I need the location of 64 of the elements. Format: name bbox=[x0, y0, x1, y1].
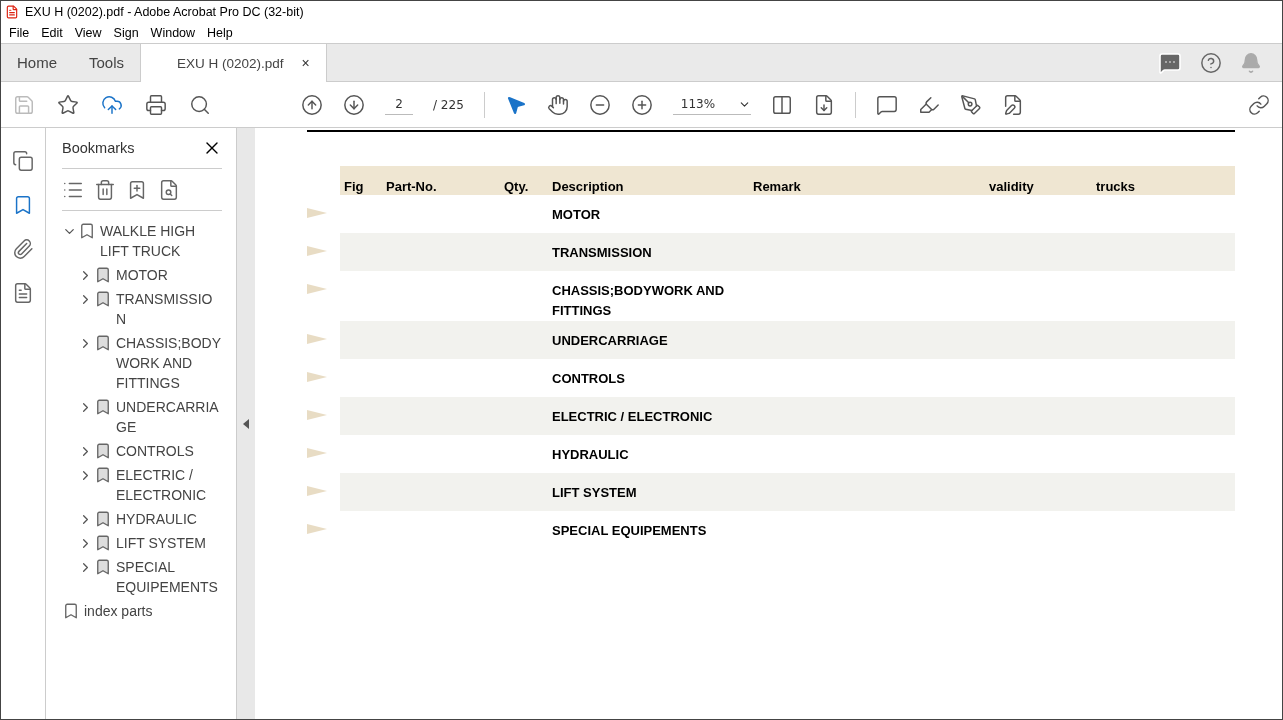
bookmark-item[interactable]: CHASSIS;BODY WORK AND FITTINGS bbox=[116, 333, 222, 393]
page-down-icon[interactable] bbox=[343, 93, 365, 116]
page-count: / 225 bbox=[433, 97, 464, 112]
menu-item[interactable]: Window bbox=[144, 25, 202, 40]
document-icon[interactable] bbox=[12, 282, 34, 304]
paperclip-icon[interactable] bbox=[12, 238, 34, 260]
search-icon[interactable] bbox=[189, 93, 211, 116]
collapse-panel-icon[interactable] bbox=[243, 418, 249, 429]
column-header: Description bbox=[552, 179, 625, 195]
bookmark-item[interactable]: UNDERCARRIAGE bbox=[116, 397, 222, 437]
pen-icon[interactable] bbox=[959, 93, 982, 116]
bookmark-item[interactable]: MOTOR bbox=[116, 265, 222, 285]
hand-icon[interactable] bbox=[546, 93, 569, 116]
bookmark-item[interactable]: SPECIAL EQUIPEMENTS bbox=[116, 557, 222, 597]
page-number-field[interactable]: 2 bbox=[385, 94, 413, 115]
comments-icon[interactable] bbox=[1158, 50, 1182, 75]
bookmark-item[interactable]: LIFT SYSTEM bbox=[116, 533, 222, 553]
table-cell-text: MOTOR bbox=[552, 206, 602, 224]
table-cell-text: TRANSMISSION bbox=[552, 244, 653, 262]
bookmark-item[interactable]: CONTROLS bbox=[116, 441, 222, 461]
zoom-dropdown[interactable]: 113% bbox=[672, 94, 751, 115]
window-title: EXU H (0202).pdf - Adobe Acrobat Pro DC (32-bit) bbox=[25, 4, 304, 19]
page-fit-icon[interactable] bbox=[770, 93, 793, 116]
column-header: Remark bbox=[753, 179, 802, 195]
tab[interactable]: Home bbox=[1, 44, 73, 81]
menu-item[interactable]: Help bbox=[201, 25, 239, 40]
table-cell-text: LIFT SYSTEM bbox=[552, 484, 638, 502]
zoom-in-icon[interactable] bbox=[630, 93, 653, 116]
bookmark-item[interactable]: HYDRAULIC bbox=[116, 509, 222, 529]
table-cell-text: UNDERCARRIAGE bbox=[552, 332, 669, 350]
tab[interactable]: Tools bbox=[73, 44, 141, 81]
column-header: Part-No. bbox=[386, 179, 438, 195]
menu-item[interactable]: View bbox=[68, 25, 108, 40]
pages-icon[interactable] bbox=[12, 150, 34, 172]
trash-icon[interactable] bbox=[94, 178, 116, 201]
menu-item[interactable]: Sign bbox=[107, 25, 145, 40]
star-icon[interactable] bbox=[57, 93, 79, 116]
table-cell-text: ELECTRIC / ELECTRONIC bbox=[552, 408, 714, 426]
tab[interactable]: EXU H (0202).pdf × bbox=[140, 44, 327, 82]
table-cell-text: CHASSIS;BODYWORK AND FITTINGS bbox=[552, 282, 726, 320]
table-cell-text: SPECIAL EQUIPEMENTS bbox=[552, 522, 708, 540]
zoom-out-icon[interactable] bbox=[588, 93, 611, 116]
table-cell-text: CONTROLS bbox=[552, 370, 626, 388]
bookmark-item[interactable]: WALKLE HIGH LIFT TRUCK bbox=[100, 221, 215, 261]
page-up-icon[interactable] bbox=[301, 93, 323, 116]
column-header: Qty. bbox=[504, 179, 530, 195]
column-header: Fig bbox=[344, 179, 365, 195]
bookmark-item[interactable]: TRANSMISSION bbox=[116, 289, 222, 329]
printer-icon[interactable] bbox=[145, 93, 167, 116]
help-icon[interactable] bbox=[1200, 51, 1222, 74]
pdf-file-icon bbox=[5, 4, 19, 19]
menu-item[interactable]: File bbox=[3, 25, 36, 40]
find-bookmark-icon[interactable] bbox=[158, 178, 180, 201]
comment-icon[interactable] bbox=[875, 93, 898, 116]
bookmark-item[interactable]: ELECTRIC / ELECTRONIC bbox=[116, 465, 222, 505]
cloud-upload-icon[interactable] bbox=[101, 93, 123, 116]
panel-title: Bookmarks bbox=[62, 140, 135, 156]
close-tab-button[interactable]: × bbox=[301, 55, 310, 71]
link-icon[interactable] bbox=[1248, 93, 1270, 116]
column-header: trucks bbox=[1096, 179, 1137, 195]
column-header: validity bbox=[989, 179, 1035, 195]
table-cell-text: HYDRAULIC bbox=[552, 446, 630, 464]
menu-item[interactable]: Edit bbox=[35, 25, 69, 40]
bookmark-item[interactable]: index parts bbox=[84, 601, 199, 621]
